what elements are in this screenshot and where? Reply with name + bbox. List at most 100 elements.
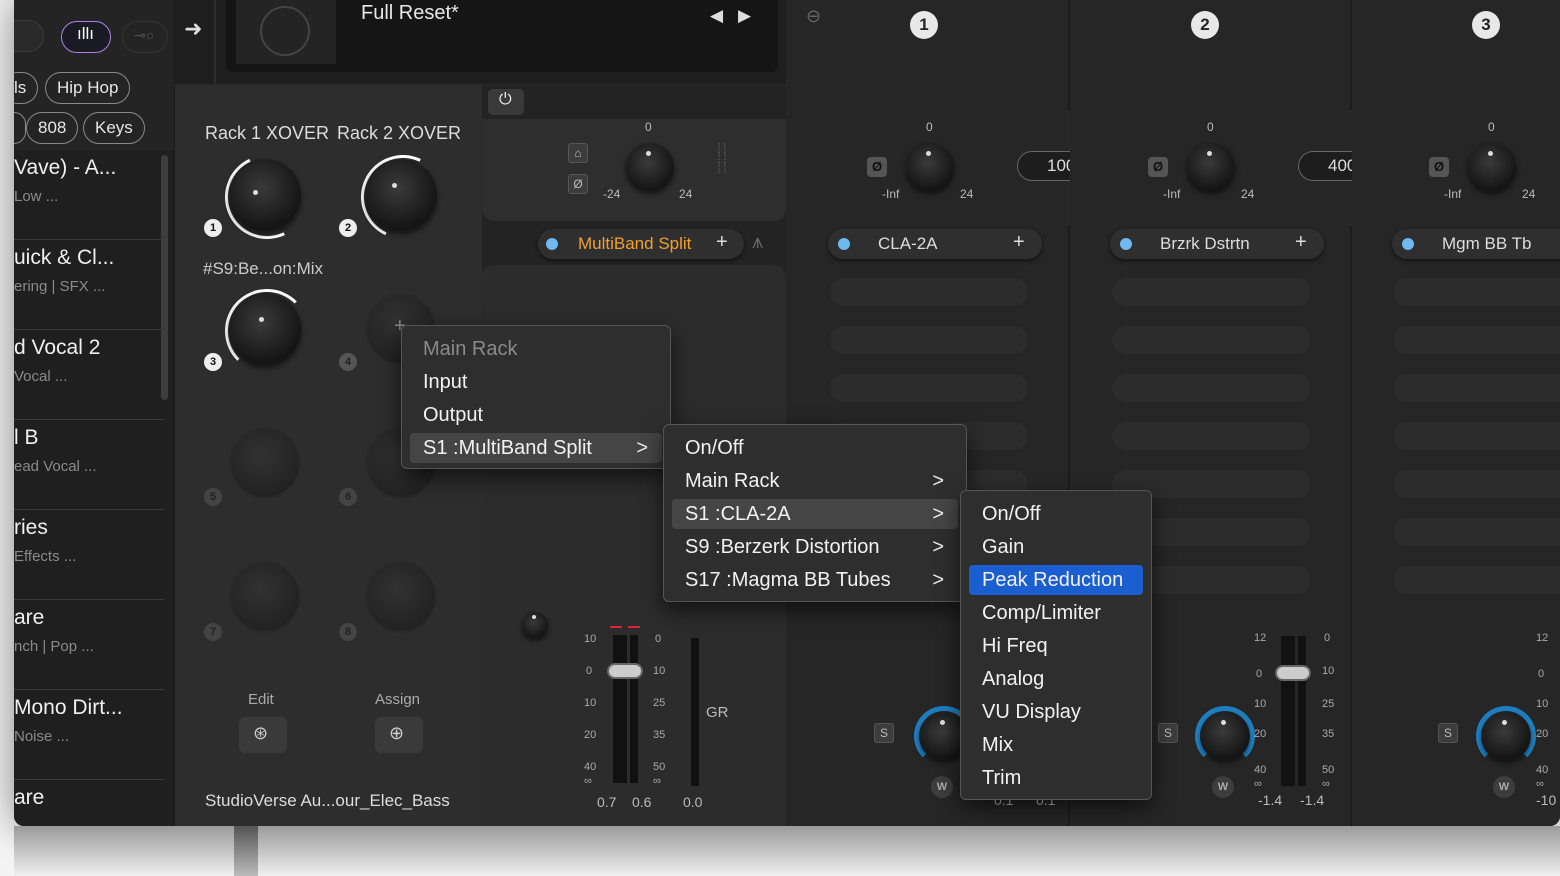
- edit-macro-button[interactable]: ⊛: [239, 717, 287, 753]
- menu-item-label: S1 :MultiBand Split: [423, 437, 592, 459]
- phase-invert-button[interactable]: Ø: [1148, 157, 1168, 177]
- input-meter: [630, 635, 638, 783]
- empty-plugin-slot[interactable]: [1112, 278, 1310, 306]
- menu-item-main-rack[interactable]: Main Rack >: [672, 466, 958, 496]
- lock-icon[interactable]: ⌂: [568, 143, 588, 163]
- sidebar-toggle-button[interactable]: [14, 20, 44, 52]
- menu-item-input[interactable]: Input: [410, 367, 662, 397]
- wet-button[interactable]: W: [931, 776, 953, 798]
- macro5-knob[interactable]: [229, 427, 301, 499]
- plugin-led-icon[interactable]: [838, 238, 850, 250]
- forward-arrow-icon[interactable]: ➜: [184, 16, 202, 42]
- empty-plugin-slot[interactable]: [830, 374, 1028, 402]
- macro3-knob[interactable]: [229, 293, 301, 365]
- channel-mix-knob[interactable]: [1201, 712, 1249, 760]
- preset-list-item[interactable]: ries Effects ...: [14, 510, 164, 600]
- phase-invert-button[interactable]: Ø: [867, 157, 887, 177]
- pan-knob[interactable]: [522, 612, 548, 638]
- rack1-xover-knob[interactable]: [229, 159, 301, 231]
- menu-item-comp-limiter[interactable]: Comp/Limiter: [969, 598, 1143, 628]
- rack2-xover-knob[interactable]: [365, 159, 437, 231]
- menu-item-trim[interactable]: Trim: [969, 763, 1143, 793]
- phase-invert-button[interactable]: Ø: [1429, 157, 1449, 177]
- phase-invert-button[interactable]: Ø: [568, 174, 588, 194]
- multiband-gain-knob[interactable]: [626, 143, 674, 191]
- input-fader-handle[interactable]: [607, 663, 643, 679]
- solo-button[interactable]: S: [1158, 723, 1178, 743]
- output-fader-handle[interactable]: [1275, 665, 1311, 681]
- menu-item-vu-display[interactable]: VU Display: [969, 697, 1143, 727]
- empty-plugin-slot[interactable]: [1112, 422, 1310, 450]
- drag-handle-icon[interactable]: ⁞⁞ ⁞⁞ ⁞⁞: [717, 141, 741, 175]
- split-routing-icon[interactable]: ⩚: [752, 231, 763, 254]
- tag-808[interactable]: 808: [26, 112, 79, 144]
- plugin-led-icon[interactable]: [546, 238, 558, 250]
- add-plugin-icon[interactable]: +: [1295, 231, 1307, 254]
- empty-plugin-slot[interactable]: [1394, 566, 1560, 594]
- add-plugin-icon[interactable]: +: [1013, 231, 1025, 254]
- menu-item-analog[interactable]: Analog: [969, 664, 1143, 694]
- channel-mix-knob[interactable]: [1482, 712, 1530, 760]
- assign-macro-button[interactable]: ⊕: [375, 717, 423, 753]
- channel-plugin-slot[interactable]: CLA-2A +: [828, 229, 1042, 259]
- preset-list-item[interactable]: uick & Cl... ering | SFX ...: [14, 240, 164, 330]
- rack1-xover-label: Rack 1 XOVER: [205, 123, 330, 143]
- solo-button[interactable]: S: [1438, 723, 1458, 743]
- next-preset-button[interactable]: ▶: [738, 6, 751, 26]
- empty-plugin-slot[interactable]: [1394, 326, 1560, 354]
- previous-preset-button[interactable]: ◀: [710, 6, 723, 26]
- empty-plugin-slot[interactable]: [830, 278, 1028, 306]
- menu-item-berzerk-distortion[interactable]: S9 :Berzerk Distortion >: [672, 532, 958, 562]
- empty-plugin-slot[interactable]: [1394, 374, 1560, 402]
- wet-button[interactable]: W: [1212, 776, 1234, 798]
- macro7-knob[interactable]: [229, 561, 301, 633]
- collapse-icon[interactable]: ⊖: [806, 6, 821, 27]
- window-resize-handle[interactable]: [234, 826, 258, 876]
- menu-item-peak-reduction[interactable]: Peak Reduction: [969, 565, 1143, 595]
- empty-plugin-slot[interactable]: [536, 279, 734, 307]
- menu-item-hi-freq[interactable]: Hi Freq: [969, 631, 1143, 661]
- menu-item-output[interactable]: Output: [410, 400, 662, 430]
- preset-list-item[interactable]: are: [14, 780, 164, 826]
- tag-hip-hop[interactable]: Hip Hop: [45, 72, 131, 104]
- empty-plugin-slot[interactable]: [1394, 518, 1560, 546]
- menu-item-cla-2a[interactable]: S1 :CLA-2A >: [672, 499, 958, 529]
- channel-gain-knob[interactable]: [1468, 143, 1516, 191]
- wet-button[interactable]: W: [1493, 776, 1515, 798]
- macro8-knob[interactable]: [365, 561, 437, 633]
- menu-item-on-off[interactable]: On/Off: [969, 499, 1143, 529]
- empty-plugin-slot[interactable]: [1394, 278, 1560, 306]
- menu-item-on-off[interactable]: On/Off: [672, 433, 958, 463]
- preset-list-item[interactable]: d Vocal 2 Vocal ...: [14, 330, 164, 420]
- empty-plugin-slot[interactable]: [830, 326, 1028, 354]
- menu-item-magma-bb-tubes[interactable]: S17 :Magma BB Tubes >: [672, 565, 958, 595]
- preset-list-item[interactable]: Vave) - A... Low ...: [14, 150, 164, 240]
- preset-list-item[interactable]: l B ead Vocal ...: [14, 420, 164, 510]
- key-view-button[interactable]: ⊸○: [122, 21, 168, 53]
- menu-item-multiband-split[interactable]: S1 :MultiBand Split >: [410, 433, 662, 463]
- channel-gain-knob[interactable]: [1187, 143, 1235, 191]
- add-plugin-icon[interactable]: +: [716, 231, 728, 254]
- channel-plugin-slot[interactable]: Mgm BB Tb: [1392, 229, 1560, 259]
- channel-plugin-slot[interactable]: Brzrk Dstrtn +: [1110, 229, 1324, 259]
- tag-button[interactable]: ls: [14, 72, 39, 104]
- multiband-plugin-slot[interactable]: MultiBand Split +: [538, 229, 744, 259]
- empty-plugin-slot[interactable]: [1112, 326, 1310, 354]
- waveform-view-button[interactable]: ıllı: [61, 21, 111, 53]
- tag-button[interactable]: [14, 112, 26, 144]
- plugin-led-icon[interactable]: [1402, 238, 1414, 250]
- edit-label: Edit: [248, 691, 274, 708]
- preset-list-item[interactable]: are nch | Pop ...: [14, 600, 164, 690]
- menu-item-gain[interactable]: Gain: [969, 532, 1143, 562]
- menu-item-mix[interactable]: Mix: [969, 730, 1143, 760]
- macro-number-badge: 6: [339, 488, 357, 506]
- preset-list-item[interactable]: Mono Dirt... Noise ...: [14, 690, 164, 780]
- empty-plugin-slot[interactable]: [1394, 470, 1560, 498]
- empty-plugin-slot[interactable]: [1112, 374, 1310, 402]
- solo-button[interactable]: S: [874, 723, 894, 743]
- channel-gain-knob[interactable]: [906, 143, 954, 191]
- plugin-led-icon[interactable]: [1120, 238, 1132, 250]
- tag-keys[interactable]: Keys: [83, 112, 145, 144]
- empty-plugin-slot[interactable]: [1394, 422, 1560, 450]
- power-button[interactable]: ⏻: [488, 89, 524, 115]
